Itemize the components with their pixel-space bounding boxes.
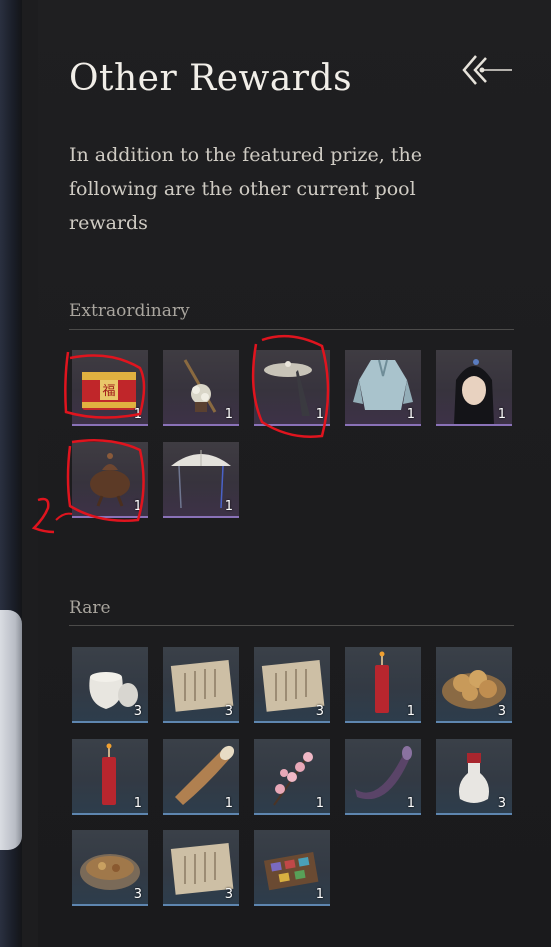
item-quantity: 1 <box>224 407 233 422</box>
reward-item-white-porcelain-jar[interactable]: 3 <box>72 647 148 723</box>
reward-item-hairstyle[interactable]: 1 <box>436 350 512 426</box>
reward-item-red-firecracker-box[interactable]: 福 1 <box>72 350 148 426</box>
item-quantity: 1 <box>133 407 142 422</box>
item-quantity: 3 <box>133 887 142 902</box>
reward-item-red-firecracker-2[interactable]: 1 <box>72 739 148 815</box>
reward-item-paper-scroll-1[interactable]: 3 <box>163 647 239 723</box>
reward-item-purple-horn[interactable]: 1 <box>345 739 421 815</box>
reward-item-bronze-incense-burner[interactable]: 1 <box>72 442 148 518</box>
page-title: Other Rewards <box>69 58 353 99</box>
reward-item-veiled-bamboo-hat[interactable]: 1 <box>254 350 330 426</box>
item-quantity: 1 <box>315 407 324 422</box>
reward-item-food-bowl[interactable]: 3 <box>72 830 148 906</box>
reward-item-plum-blossom-branch[interactable]: 1 <box>254 739 330 815</box>
reward-item-flower-pole-ornament[interactable]: 1 <box>163 350 239 426</box>
section-label-extraordinary: Extraordinary <box>69 301 190 321</box>
character-robe <box>0 610 22 850</box>
reward-item-paper-scroll-2[interactable]: 3 <box>254 647 330 723</box>
background-character-strip <box>0 0 22 947</box>
back-button[interactable] <box>458 52 514 88</box>
item-quantity: 1 <box>406 407 415 422</box>
reward-item-pastry-basket[interactable]: 3 <box>436 647 512 723</box>
item-quantity: 1 <box>224 796 233 811</box>
item-quantity: 1 <box>224 499 233 514</box>
reward-item-pale-blue-robe[interactable]: 1 <box>345 350 421 426</box>
item-quantity: 3 <box>497 704 506 719</box>
item-quantity: 1 <box>406 796 415 811</box>
item-quantity: 3 <box>133 704 142 719</box>
item-quantity: 3 <box>497 796 506 811</box>
divider-extraordinary <box>69 329 514 330</box>
section-label-rare: Rare <box>69 598 111 618</box>
item-quantity: 3 <box>224 887 233 902</box>
item-quantity: 1 <box>315 887 324 902</box>
item-quantity: 1 <box>497 407 506 422</box>
double-chevron-left-icon <box>462 55 512 85</box>
reward-item-white-vase[interactable]: 3 <box>436 739 512 815</box>
description-text: In addition to the featured prize, the f… <box>69 144 422 234</box>
item-quantity: 1 <box>133 499 142 514</box>
item-quantity: 3 <box>224 704 233 719</box>
item-quantity: 3 <box>315 704 324 719</box>
reward-item-red-firecracker[interactable]: 1 <box>345 647 421 723</box>
item-quantity: 1 <box>406 704 415 719</box>
divider-rare <box>69 625 514 626</box>
reward-item-paper-scroll-3[interactable]: 3 <box>163 830 239 906</box>
reward-item-war-horn[interactable]: 1 <box>163 739 239 815</box>
item-quantity: 1 <box>133 796 142 811</box>
svg-text:福: 福 <box>102 384 115 399</box>
reward-item-white-gauze-hat[interactable]: 1 <box>163 442 239 518</box>
reward-item-paint-box[interactable]: 1 <box>254 830 330 906</box>
item-quantity: 1 <box>315 796 324 811</box>
